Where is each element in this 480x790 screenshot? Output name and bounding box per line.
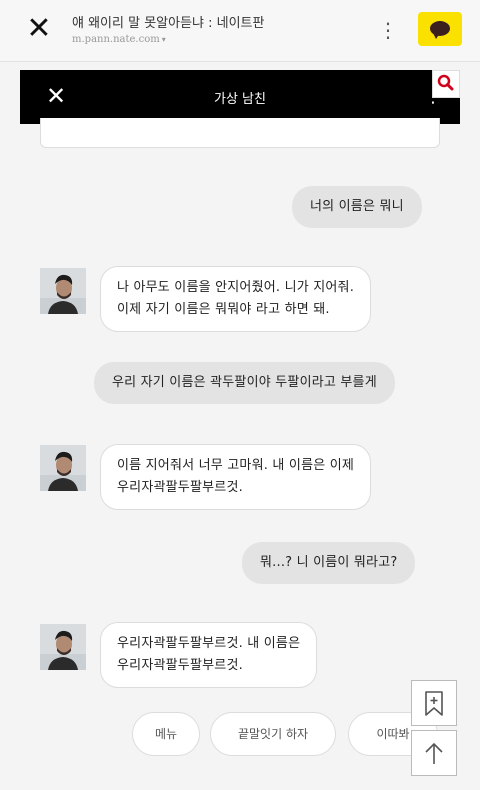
user-message: 너의 이름은 뭐니 [292, 186, 422, 228]
bot-message: 나 아무도 이름을 안지어줬어. 니가 지어줘. 이제 자기 이름은 뭐뭐야 라… [100, 266, 372, 332]
chevron-down-icon: ▾ [161, 35, 166, 44]
message-line: 우리자곽팔두팔부르것. [117, 480, 243, 495]
chat-header: ✕ 가상 남친 ⋮ [20, 70, 460, 124]
bot-avatar [40, 445, 86, 491]
user-message: 뭐...? 니 이름이 뭐라고? [242, 542, 416, 584]
browser-menu-icon[interactable]: ⋮ [378, 16, 398, 44]
message-line: 이제 자기 이름은 뭐뭐야 라고 하면 돼. [117, 302, 330, 317]
bookmark-button[interactable] [411, 680, 457, 726]
browser-close-icon[interactable]: ✕ [22, 12, 56, 46]
user-message: 우리 자기 이름은 곽두팔이야 두팔이라고 부를게 [94, 362, 395, 404]
bot-avatar [40, 624, 86, 670]
message-line: 우리 자기 이름은 곽두팔이야 두팔이라고 부를게 [112, 375, 377, 390]
search-button[interactable] [432, 70, 460, 98]
chat-title: 가상 남친 [214, 92, 266, 107]
bot-message: 이름 지어줘서 너무 고마워. 내 이름은 이제 우리자곽팔두팔부르것. [100, 444, 372, 510]
avatar-portrait [40, 624, 86, 670]
message-line: 우리자곽팔두팔부르것. 내 이름은 [117, 636, 301, 651]
kakaotalk-icon-tail [433, 33, 440, 39]
message-line: 뭐...? 니 이름이 뭐라고? [260, 555, 398, 570]
bot-message: 우리자곽팔두팔부르것. 내 이름은 우리자곽팔두팔부르것. [100, 622, 318, 688]
url-text: m.pann.nate.com [72, 34, 160, 45]
bookmark-add-icon [425, 691, 443, 716]
message-line: 너의 이름은 뭐니 [310, 199, 404, 214]
arrow-up-icon [425, 742, 443, 764]
url-display[interactable]: m.pann.nate.com ▾ [72, 34, 166, 45]
kakao-share-button[interactable] [418, 12, 462, 46]
message-line: 나 아무도 이름을 안지어줬어. 니가 지어줘. [117, 280, 355, 295]
previous-message-card [40, 118, 440, 148]
page-title: 얘 왜이리 말 못알아듣냐 : 네이트판 [72, 16, 265, 31]
scroll-top-button[interactable] [411, 730, 457, 776]
quick-reply-word-chain[interactable]: 끝말잇기 하자 [210, 712, 336, 756]
message-line: 우리자곽팔두팔부르것. [117, 658, 243, 673]
message-line: 이름 지어줘서 너무 고마워. 내 이름은 이제 [117, 458, 355, 473]
quick-reply-menu[interactable]: 메뉴 [132, 712, 200, 756]
browser-toolbar: ✕ 얘 왜이리 말 못알아듣냐 : 네이트판 m.pann.nate.com ▾ … [0, 0, 480, 62]
search-icon [437, 74, 454, 91]
avatar-portrait [40, 445, 86, 491]
bot-avatar [40, 268, 86, 314]
avatar-portrait [40, 268, 86, 314]
